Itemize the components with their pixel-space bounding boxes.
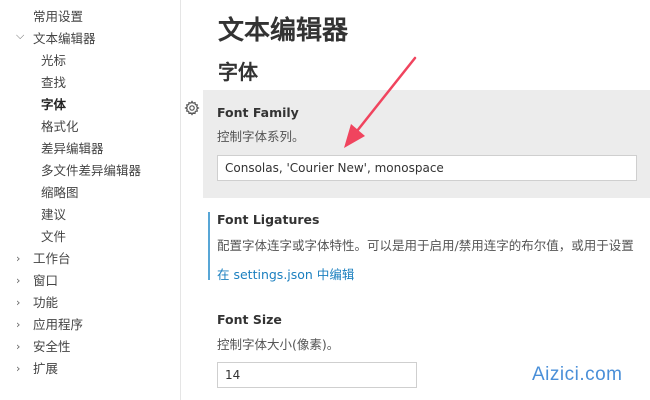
sidebar-item-label: 常用设置 bbox=[33, 9, 84, 24]
sidebar-item-label: 文件 bbox=[41, 229, 67, 244]
modified-indicator bbox=[208, 212, 210, 280]
sidebar-item-label: 多文件差异编辑器 bbox=[41, 163, 142, 178]
sidebar-item[interactable]: › 安全性 bbox=[0, 336, 178, 358]
sidebar-item-label: 窗口 bbox=[33, 273, 59, 288]
chevron-right-icon: › bbox=[16, 318, 21, 331]
edit-in-settings-json-link[interactable]: 在 settings.json 中编辑 bbox=[217, 264, 354, 283]
sidebar-item[interactable]: 建议 bbox=[0, 204, 178, 226]
font-family-description: 控制字体系列。 bbox=[217, 129, 305, 144]
chevron-right-icon: › bbox=[16, 296, 21, 309]
watermark: Aizici.com bbox=[532, 364, 623, 385]
sidebar-item[interactable]: 缩略图 bbox=[0, 182, 178, 204]
page-title: 文本编辑器 bbox=[218, 16, 349, 46]
sidebar-item[interactable]: ⌵ 文本编辑器 bbox=[0, 28, 178, 50]
sidebar-item-label: 差异编辑器 bbox=[41, 141, 104, 156]
sidebar-item-label: 建议 bbox=[41, 207, 67, 222]
sidebar-item-label: 工作台 bbox=[33, 251, 71, 266]
font-size-description: 控制字体大小(像素)。 bbox=[217, 337, 340, 352]
sidebar-item[interactable]: › 窗口 bbox=[0, 270, 178, 292]
sidebar-item-label: 功能 bbox=[33, 295, 59, 310]
font-family-input[interactable] bbox=[217, 155, 637, 181]
sidebar-item[interactable]: 文件 bbox=[0, 226, 178, 248]
font-family-name: Font Family bbox=[217, 105, 299, 120]
font-size-name: Font Size bbox=[217, 312, 282, 327]
chevron-down-icon: ⌵ bbox=[16, 29, 25, 42]
sidebar-item-label: 字体 bbox=[41, 97, 67, 112]
sidebar-item-label: 查找 bbox=[41, 75, 67, 90]
settings-editor: 文本编辑器 字体 Font Family 控制字体系列。 Font Ligatu… bbox=[181, 0, 650, 400]
sidebar-item-label: 安全性 bbox=[33, 339, 71, 354]
sidebar-item[interactable]: › 扩展 bbox=[0, 358, 178, 380]
sidebar-item[interactable]: 光标 bbox=[0, 50, 178, 72]
chevron-right-icon: › bbox=[16, 362, 21, 375]
gear-icon[interactable] bbox=[184, 100, 200, 116]
sidebar-item[interactable]: › 功能 bbox=[0, 292, 178, 314]
sidebar-item[interactable]: 多文件差异编辑器 bbox=[0, 160, 178, 182]
section-title: 字体 bbox=[218, 60, 258, 84]
settings-tree: 常用设置 ⌵ 文本编辑器光标查找字体格式化差异编辑器多文件差异编辑器 缩略图建议文件 ›… bbox=[0, 0, 181, 400]
sidebar-item[interactable]: 字体 bbox=[0, 94, 178, 116]
sidebar-item[interactable]: › 应用程序 bbox=[0, 314, 178, 336]
sidebar-item[interactable]: 查找 bbox=[0, 72, 178, 94]
chevron-right-icon: › bbox=[16, 252, 21, 265]
sidebar-item-label: 光标 bbox=[41, 53, 67, 68]
sidebar-item[interactable]: 差异编辑器 bbox=[0, 138, 178, 160]
sidebar-item-label: 应用程序 bbox=[33, 317, 84, 332]
sidebar-item-label: 格式化 bbox=[41, 119, 79, 134]
sidebar-item[interactable]: 格式化 bbox=[0, 116, 178, 138]
chevron-right-icon: › bbox=[16, 340, 21, 353]
sidebar-item-label: 文本编辑器 bbox=[33, 31, 96, 46]
font-ligatures-name: Font Ligatures bbox=[217, 212, 320, 227]
chevron-right-icon: › bbox=[16, 274, 21, 287]
sidebar-item-label: 缩略图 bbox=[41, 185, 79, 200]
font-ligatures-description: 配置字体连字或字体特性。可以是用于启用/禁用连字的布尔值，或用于设置 bbox=[217, 238, 634, 253]
font-size-input[interactable] bbox=[217, 362, 417, 388]
sidebar-item[interactable]: › 工作台 bbox=[0, 248, 178, 270]
sidebar-item-label: 扩展 bbox=[33, 361, 59, 376]
